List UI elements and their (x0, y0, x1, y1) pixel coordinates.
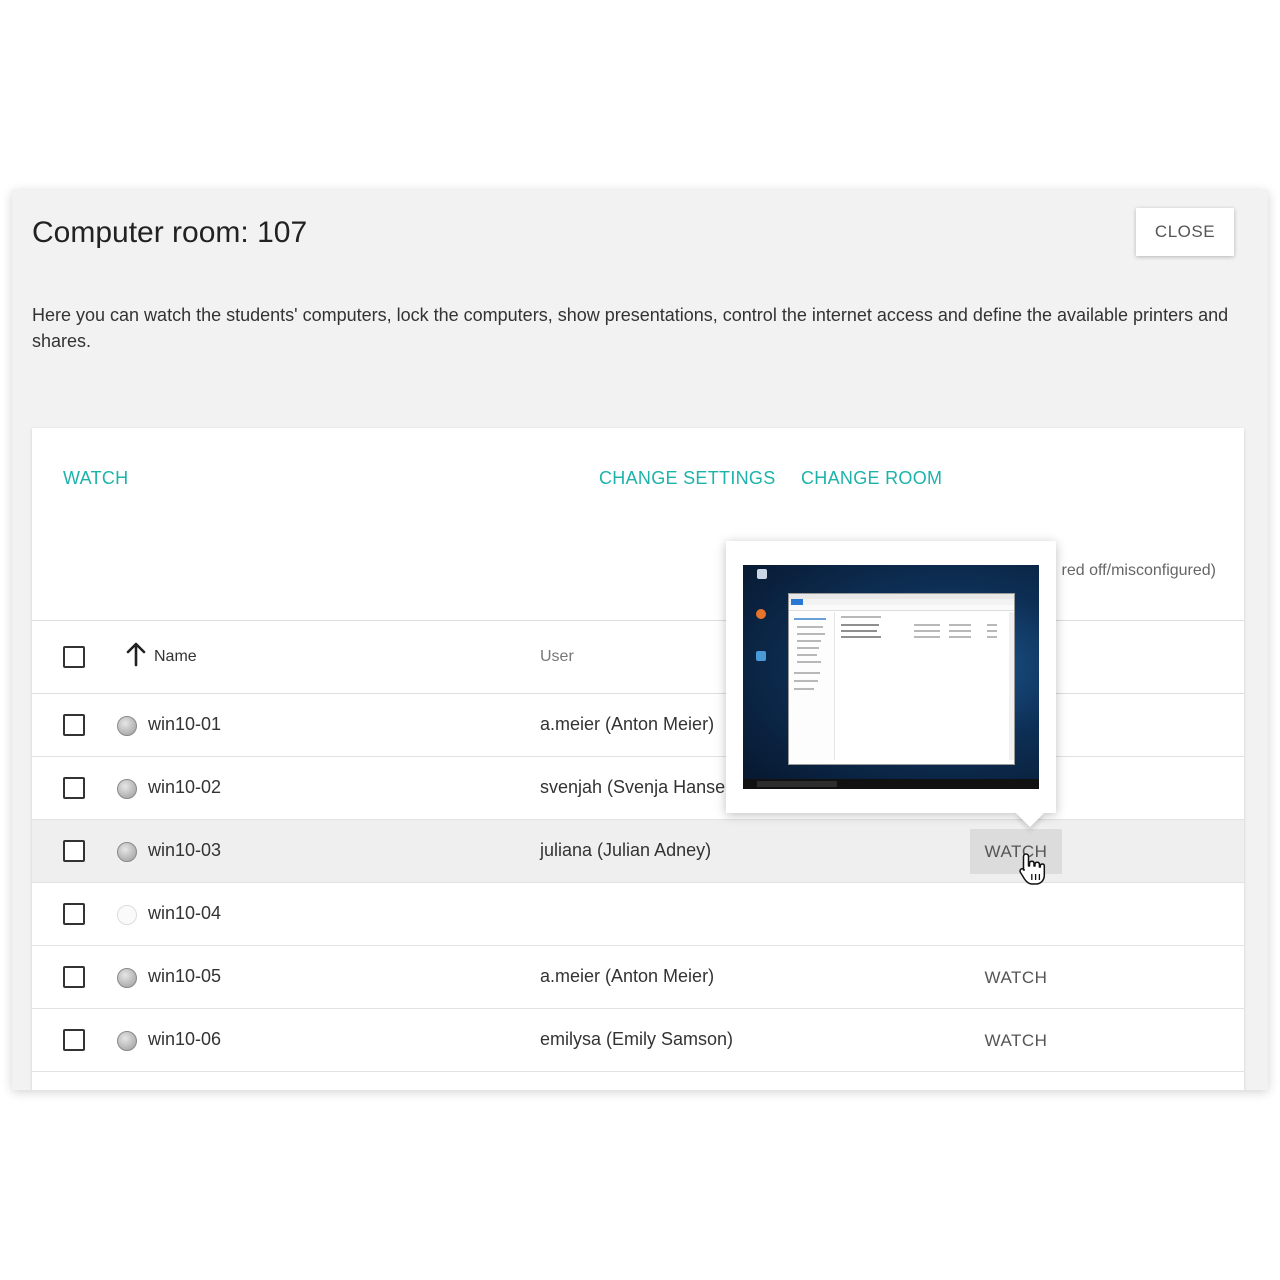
recycle-bin-icon (757, 569, 767, 579)
taskbar-thumbnail (743, 779, 1039, 789)
table-row: win10-02 svenjah (Svenja Hansen) (32, 757, 1244, 820)
watch-row-button[interactable]: WATCH (970, 1018, 1062, 1063)
table-row: win10-05 a.meier (Anton Meier) WATCH (32, 946, 1244, 1009)
row-checkbox[interactable] (63, 777, 85, 799)
status-indicator-icon (117, 905, 137, 925)
firefox-icon (756, 609, 766, 619)
dialog-title: Computer room: 107 (32, 216, 308, 249)
change-settings-button[interactable]: CHANGE SETTINGS (599, 468, 776, 489)
row-checkbox[interactable] (63, 903, 85, 925)
table-row: win10-06 emilysa (Emily Samson) WATCH (32, 1009, 1244, 1072)
computer-name: win10-05 (148, 966, 222, 986)
computer-name: win10-04 (148, 903, 222, 923)
change-room-button[interactable]: CHANGE ROOM (801, 468, 942, 489)
select-all-checkbox[interactable] (63, 646, 85, 668)
computer-user: juliana (Julian Adney) (540, 840, 712, 860)
table-header: Name User (32, 620, 1244, 694)
hand-cursor-icon (1019, 853, 1046, 885)
computer-name: win10-06 (148, 1029, 222, 1049)
computer-name: win10-02 (148, 777, 222, 797)
column-user-header[interactable]: User (540, 648, 574, 666)
desktop-shortcut-icon (756, 651, 766, 661)
watch-row-button[interactable]: WATCH (970, 955, 1062, 1000)
arrow-up-icon[interactable] (124, 641, 148, 667)
computer-user: emilysa (Emily Samson) (540, 1029, 734, 1049)
file-explorer-thumbnail (788, 593, 1015, 765)
watch-row-button[interactable]: WATCH (970, 829, 1062, 874)
column-name-header[interactable]: Name (154, 648, 197, 666)
status-indicator-icon (117, 1031, 137, 1051)
row-checkbox[interactable] (63, 840, 85, 862)
computer-user: a.meier (Anton Meier) (540, 966, 715, 986)
row-checkbox[interactable] (63, 714, 85, 736)
row-checkbox[interactable] (63, 966, 85, 988)
close-button[interactable]: CLOSE (1136, 208, 1234, 256)
computers-card: WATCH CHANGE SETTINGS CHANGE ROOM red of… (32, 428, 1244, 1090)
dialog-description: Here you can watch the students' compute… (32, 305, 1229, 351)
table-row: win10-04 (32, 883, 1244, 946)
computer-name: win10-01 (148, 714, 222, 734)
computer-user: svenjah (Svenja Hansen) (540, 777, 742, 797)
status-indicator-icon (117, 779, 137, 799)
status-note: red off/misconfigured) (1061, 562, 1216, 579)
row-checkbox[interactable] (63, 1029, 85, 1051)
desktop-thumbnail (743, 565, 1039, 789)
table-row: win10-03 juliana (Julian Adney) WATCH (32, 820, 1244, 883)
computer-user: a.meier (Anton Meier) (540, 714, 715, 734)
status-indicator-icon (117, 716, 137, 736)
table-row: win10-01 a.meier (Anton Meier) (32, 694, 1244, 757)
status-indicator-icon (117, 842, 137, 862)
computer-room-dialog: Computer room: 107 CLOSE Here you can wa… (12, 190, 1268, 1090)
screen-preview-popup (726, 541, 1056, 813)
status-indicator-icon (117, 968, 137, 988)
watch-toolbar-button[interactable]: WATCH (63, 468, 128, 489)
computer-name: win10-03 (148, 840, 222, 860)
